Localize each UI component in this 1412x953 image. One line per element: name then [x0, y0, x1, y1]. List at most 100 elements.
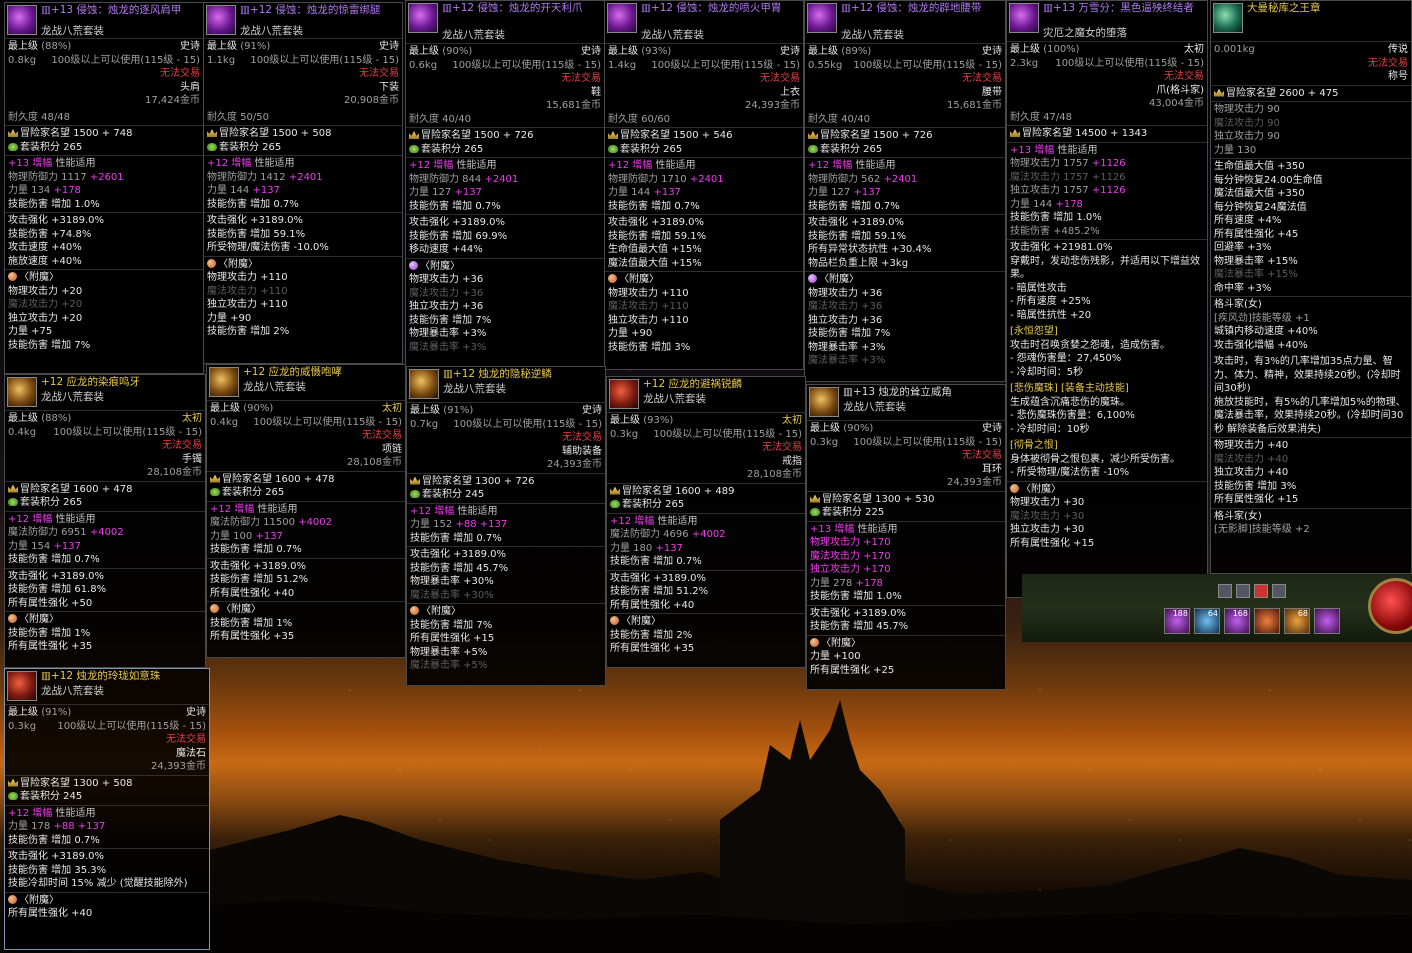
line-3: 魔法值最大值 +350 — [1214, 188, 1305, 199]
price: 24,393金币 — [151, 761, 206, 772]
slot-type: 魔法石 — [176, 747, 206, 759]
enchant-1: 物理攻击力 +110 — [207, 272, 288, 283]
enchant-label: 〈附魔〉 — [421, 606, 461, 617]
enchant-1: 技能伤害 增加 2% — [610, 629, 693, 641]
amplify-level: +13 — [1010, 144, 1032, 156]
set-name: 龙战八荒套装 — [41, 391, 104, 403]
line-6: 所有属性强化 +45 — [1214, 228, 1299, 240]
durability: 耐久度 40/40 — [808, 113, 870, 125]
price: 43,004金币 — [1149, 98, 1204, 109]
price: 28,108金币 — [147, 467, 202, 478]
buff-icon[interactable] — [1236, 584, 1250, 598]
mag-def: 魔法防御力 6951 — [8, 527, 87, 538]
hotbar-slot-1[interactable]: 188 — [1164, 608, 1190, 634]
enchant-4: 技能伤害 增加 7% — [409, 314, 492, 326]
mag-attack: 魔法攻击力 +170 — [810, 550, 891, 562]
skill-damage: 技能伤害 增加 0.7% — [410, 532, 502, 544]
strength-bonus: +88 +137 — [53, 821, 106, 832]
hotbar-slot-3[interactable]: 168 — [1224, 608, 1250, 634]
perf-label: 性能适用 — [55, 158, 96, 169]
option-3: 所受物理/魔法伤害 -10.0% — [207, 242, 329, 253]
skill-damage: 技能伤害 增加 0.7% — [207, 198, 299, 210]
amplify-level: +13 — [8, 158, 30, 169]
hotbar-slot-5[interactable]: 68 — [1284, 608, 1310, 634]
item-name: ▥+12 侵蚀：烛龙的辟地腰带 — [841, 2, 982, 14]
mag-def-bonus: +4002 — [691, 529, 726, 540]
hotbar-slot-6[interactable] — [1314, 608, 1340, 634]
amplify-label: 增幅 — [32, 158, 53, 169]
grade: 最上级 (93%) — [608, 46, 672, 57]
phys-def: 物理防御力 1117 — [8, 171, 87, 183]
enchant-label: 〈附魔〉 — [1021, 483, 1061, 495]
option-2: 技能伤害 增加 51.2% — [210, 574, 309, 585]
item-name: ▥+13 烛龙的耸立威角 — [843, 386, 952, 398]
set-points: 套装积分 265 — [620, 143, 683, 155]
price: 28,108金币 — [747, 469, 802, 480]
title-badge-icon — [1213, 3, 1243, 33]
line-1: 生命值最大值 +350 — [1214, 161, 1305, 172]
item-name: ▥+12 侵蚀：烛龙的惊雷绑腿 — [240, 4, 381, 16]
set-name: 龙战八荒套装 — [243, 381, 306, 393]
phys-def-bonus: +2401 — [883, 173, 918, 185]
set-points-icon — [610, 500, 620, 508]
hotbar-slot-2[interactable]: 64 — [1194, 608, 1220, 634]
enchant-3: 独立攻击力 +110 — [207, 299, 288, 310]
skill-damage: 技能伤害 增加 0.7% — [8, 834, 100, 846]
rarity: 史诗 — [581, 46, 601, 57]
option-3: 技能冷却时间 15% 减少 (觉醒技能除外) — [8, 878, 188, 889]
enchant-label: 〈附魔〉 — [19, 894, 59, 906]
renown: 冒险家名望 1300 + 726 — [422, 475, 535, 487]
strength: 力量 100 — [210, 530, 253, 542]
buff-icon[interactable] — [1254, 584, 1268, 598]
item-tooltip-support: ▥+12 烛龙的隐秘逆鳞 龙战八荒套装 最上级 (91%) 史诗 0.7kg 100… — [406, 366, 606, 686]
option-4: - 所有速度 +25% — [1010, 296, 1091, 307]
weight: 0.4kg — [8, 426, 37, 438]
enchant-3: 独立攻击力 +40 — [1214, 467, 1289, 478]
perf-label: 性能适用 — [456, 160, 497, 171]
enchant-icon — [8, 272, 17, 281]
ring-icon — [609, 379, 639, 409]
buff-icon[interactable] — [1218, 584, 1232, 598]
rarity: 史诗 — [982, 423, 1002, 434]
item-name: ▥+13 万雪分：黑色逼殃终结者 — [1043, 2, 1194, 14]
phys-attack-bonus: +1126 — [1091, 158, 1126, 169]
item-name: ▥+12 侵蚀：烛龙的开天利爪 — [442, 2, 583, 14]
enchant-1: 力量 +100 — [810, 651, 861, 662]
option-9: 生成蕴含沉痛悲伤的魔珠。 — [1010, 396, 1130, 408]
amplify-level: +12 — [210, 503, 232, 515]
rarity: 史诗 — [180, 41, 200, 52]
line-c4: 攻击强化增幅 +40% — [1214, 339, 1308, 351]
option-1: 攻击强化 +3189.0% — [8, 851, 105, 862]
phys-def: 物理防御力 1412 — [207, 171, 286, 183]
enchant-6: 魔法暴击率 +3% — [409, 341, 487, 353]
set-name: 龙战八荒套装 — [643, 393, 706, 405]
enchant-3: 独立攻击力 +30 — [1010, 524, 1085, 535]
skill-damage: 技能伤害 增加 0.7% — [610, 556, 702, 567]
item-tooltip-top: ▥+12 侵蚀：烛龙的喷火甲胄 龙战八荒套装 最上级 (93%) 史诗 1.4kg… — [604, 0, 804, 370]
slot-count: 68 — [1297, 609, 1308, 618]
item-tooltip-earring: ▥+13 烛龙的耸立威角 龙战八荒套装 最上级 (90%) 史诗 0.3kg 100… — [806, 384, 1006, 690]
renown: 冒险家名望 1500 + 546 — [620, 130, 733, 141]
renown-icon — [8, 484, 18, 493]
skill-damage: 技能伤害 增加 1.0% — [1010, 212, 1102, 223]
line-5: 所有速度 +4% — [1214, 215, 1282, 226]
skill-damage: 技能伤害 增加 1.0% — [810, 591, 902, 602]
renown-icon — [8, 778, 18, 787]
hotbar-slot-4[interactable] — [1254, 608, 1280, 634]
strength: 力量 178 — [8, 821, 51, 832]
option-4: 魔法暴击率 +30% — [410, 589, 494, 601]
option-6: 攻击时召唤贪婪之怨魂，造成伤害。 — [1010, 339, 1170, 351]
rarity: 史诗 — [582, 405, 602, 416]
enchant-2: 魔法攻击力 +30 — [1010, 510, 1085, 522]
option-2: 技能伤害 增加 69.9% — [409, 230, 508, 242]
phys-def: 物理防御力 844 — [409, 173, 482, 185]
support-equipment-icon — [409, 369, 439, 399]
trade-status: 无法交易 — [1164, 71, 1204, 82]
option-1: 攻击强化 +3189.0% — [808, 217, 905, 228]
buff-icon[interactable] — [1272, 584, 1286, 598]
rarity: 史诗 — [379, 41, 399, 52]
enchant-icon — [207, 258, 216, 268]
mag-attack-bonus: +1126 — [1091, 171, 1126, 183]
weight: 0.3kg — [810, 436, 839, 448]
set-points: 套装积分 245 — [422, 489, 485, 500]
